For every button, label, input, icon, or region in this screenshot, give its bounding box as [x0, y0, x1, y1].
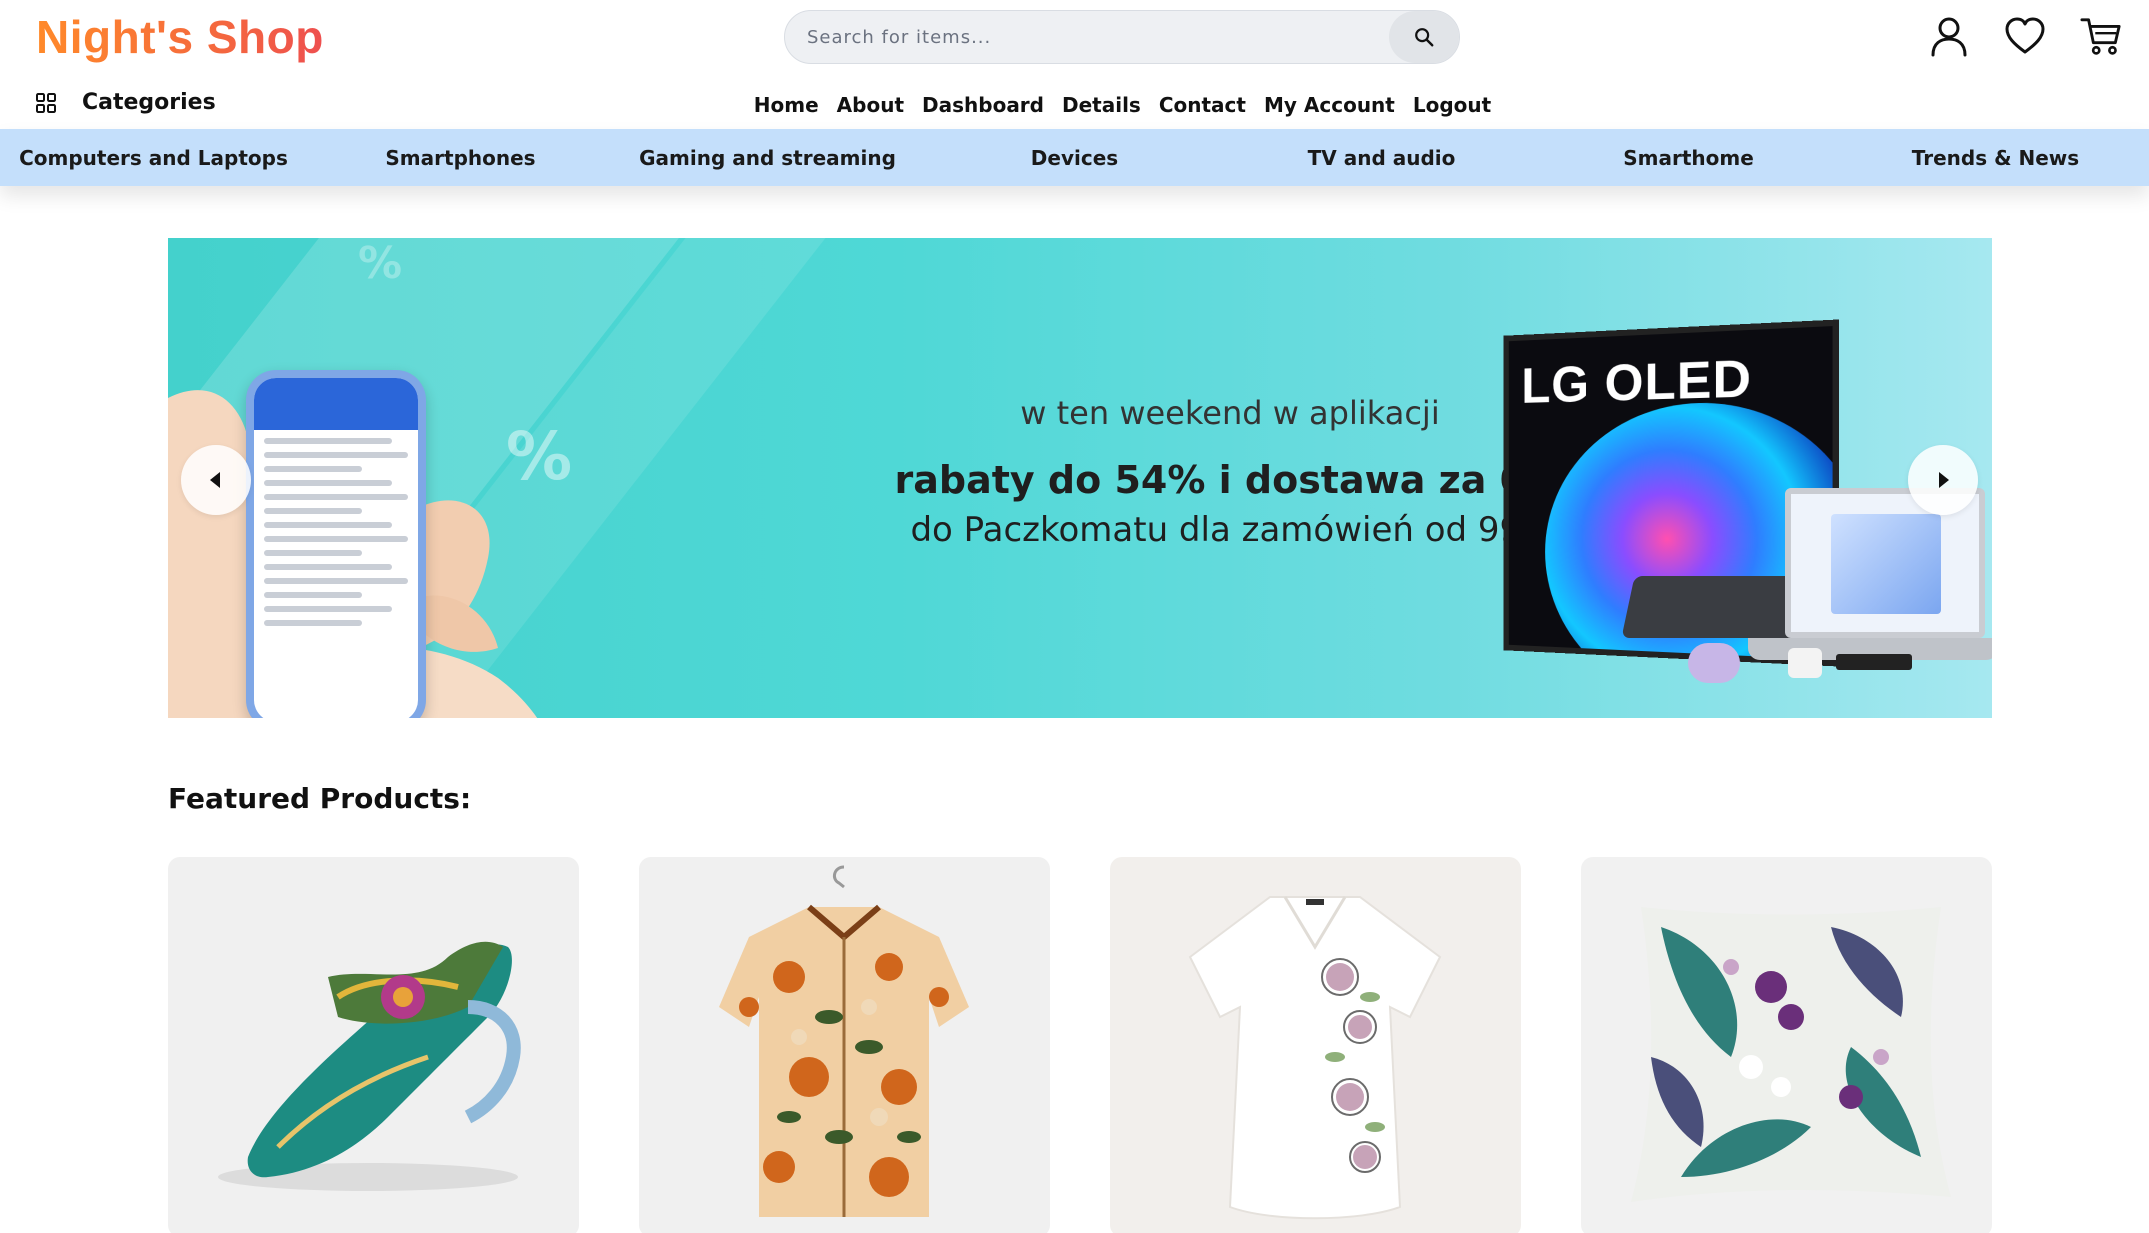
percent-decoration: %	[358, 238, 402, 289]
carousel-prev-button[interactable]	[181, 445, 251, 515]
search-input[interactable]	[807, 11, 1367, 63]
category-devices[interactable]: Devices	[921, 146, 1228, 170]
user-icon	[1929, 15, 1969, 57]
heart-icon	[2004, 16, 2046, 56]
site-logo[interactable]: Night's Shop	[36, 10, 324, 64]
product-card-white-blouse[interactable]	[1110, 857, 1521, 1233]
category-gaming-streaming[interactable]: Gaming and streaming	[614, 146, 921, 170]
wishlist-button[interactable]	[2004, 14, 2046, 58]
carousel-next-button[interactable]	[1908, 445, 1978, 515]
category-smarthome[interactable]: Smarthome	[1535, 146, 1842, 170]
pillow-image	[1581, 857, 1992, 1233]
nav-my-account[interactable]: My Account	[1264, 93, 1395, 117]
search-button[interactable]	[1389, 11, 1459, 63]
category-smartphones[interactable]: Smartphones	[307, 146, 614, 170]
promo-banner[interactable]: % % w ten weekend w aplikacji rabaty do …	[168, 238, 1992, 718]
product-card-floral-shirt[interactable]	[639, 857, 1050, 1233]
header-icons	[1928, 14, 2122, 58]
category-computers-laptops[interactable]: Computers and Laptops	[0, 146, 307, 170]
charger-image	[1788, 648, 1822, 678]
product-card-tropical-pillow[interactable]	[1581, 857, 1992, 1233]
product-grid	[168, 857, 1992, 1233]
top-navigation: Home About Dashboard Details Contact My …	[0, 93, 2149, 117]
featured-products-heading: Featured Products:	[168, 782, 471, 815]
account-button[interactable]	[1928, 14, 1970, 58]
search-icon	[1413, 26, 1435, 48]
nav-dashboard[interactable]: Dashboard	[922, 93, 1044, 117]
caret-right-icon	[1935, 471, 1951, 489]
category-trends-news[interactable]: Trends & News	[1842, 146, 2149, 170]
router-image	[1836, 654, 1912, 670]
sandal-image	[168, 857, 579, 1233]
caret-left-icon	[208, 471, 224, 489]
shirt-image	[639, 857, 1050, 1233]
cart-button[interactable]	[2080, 14, 2122, 58]
blouse-image	[1110, 857, 1521, 1233]
search-bar	[784, 10, 1460, 64]
product-card-sandal[interactable]	[168, 857, 579, 1233]
category-tv-audio[interactable]: TV and audio	[1228, 146, 1535, 170]
nav-details[interactable]: Details	[1062, 93, 1141, 117]
nav-about[interactable]: About	[837, 93, 904, 117]
tv-brand-text: LG OLED	[1521, 348, 1752, 415]
category-bar: Computers and Laptops Smartphones Gaming…	[0, 129, 2149, 186]
nav-home[interactable]: Home	[754, 93, 819, 117]
nav-contact[interactable]: Contact	[1159, 93, 1246, 117]
nav-logout[interactable]: Logout	[1413, 93, 1491, 117]
earbuds-image	[1688, 643, 1740, 683]
cart-icon	[2080, 15, 2122, 57]
